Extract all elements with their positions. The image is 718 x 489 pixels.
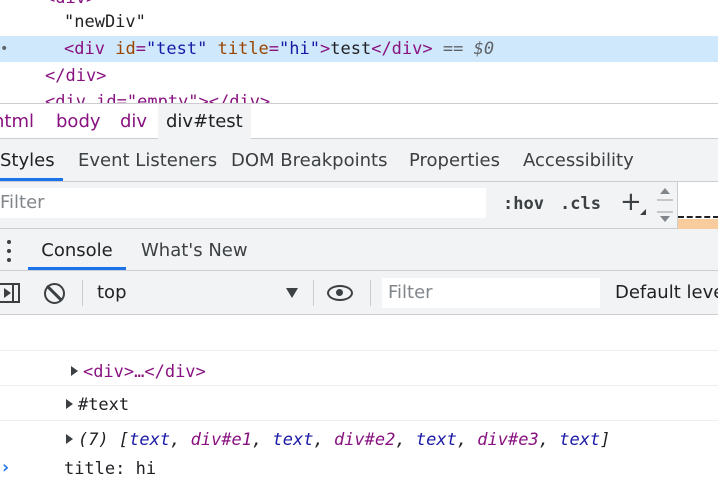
toolbar-divider <box>370 280 371 306</box>
message-text: title: hi <box>63 459 157 479</box>
chevron-down-icon[interactable] <box>286 288 298 298</box>
breadcrumb-div[interactable]: div <box>120 104 147 139</box>
new-style-rule-button[interactable]: + <box>620 188 642 218</box>
styles-scrollbar[interactable] <box>656 186 674 226</box>
attr-id-value: "test" <box>145 39 208 59</box>
console-filter-input[interactable]: Filter <box>382 278 600 308</box>
console-message-node[interactable]: #text <box>0 351 718 415</box>
tab-properties[interactable]: Properties <box>409 139 500 181</box>
console-message-log: title: hi <box>0 421 718 479</box>
clear-console-icon[interactable] <box>44 283 65 304</box>
attr-id-name: id <box>115 39 136 59</box>
breadcrumb-div-test[interactable]: div#test <box>158 104 251 139</box>
element-text-content: test <box>330 39 372 59</box>
attr-eq: = <box>135 39 146 59</box>
context-selector[interactable]: top <box>97 271 127 315</box>
tab-dom-breakpoints[interactable]: DOM Breakpoints <box>231 139 387 181</box>
box-model-margin <box>678 219 718 229</box>
selected-marker: == $0 <box>442 39 495 59</box>
console-messages: <div>…</div> #text (7) [text, div#e1, te… <box>0 315 718 489</box>
sidebar-arrow <box>4 288 11 298</box>
console-sidebar-icon[interactable] <box>0 283 20 303</box>
new-style-rule-menu-icon[interactable] <box>640 209 646 215</box>
scroll-up-icon[interactable] <box>660 188 670 194</box>
drawer-tabs: Console What's New <box>0 229 718 271</box>
tag-close: </div> <box>371 39 433 59</box>
hov-toggle-button[interactable]: :hov <box>503 190 544 218</box>
scroll-down-icon[interactable] <box>660 216 670 222</box>
toolbar-divider <box>82 280 83 306</box>
console-message-element[interactable]: <div>…</div> <box>0 315 718 382</box>
scroll-thumb[interactable] <box>657 199 673 213</box>
tab-event-listeners[interactable]: Event Listeners <box>78 139 217 181</box>
elements-tree: <div> "newDiv" • <div id="test" title="h… <box>0 0 718 103</box>
tab-console[interactable]: Console <box>28 229 126 270</box>
tree-close-div[interactable]: </div> <box>45 63 106 89</box>
tree-line-partial-bottom[interactable]: <div id="empty"></div> <box>45 89 270 103</box>
attr-eq: = <box>268 39 280 59</box>
tag-open: <div <box>64 39 105 59</box>
console-message-array[interactable]: (7) [text, div#e1, text, div#e2, text, d… <box>0 386 718 450</box>
console-toolbar: top Filter Default levels <box>0 271 718 315</box>
console-prompt-icon[interactable]: › <box>0 457 11 478</box>
tab-whats-new[interactable]: What's New <box>141 229 248 270</box>
cls-toggle-button[interactable]: .cls <box>560 190 601 218</box>
tag-gt: > <box>320 39 331 59</box>
live-expression-eye-icon[interactable] <box>327 285 353 301</box>
breadcrumb-html[interactable]: html <box>0 104 34 139</box>
tree-text-node[interactable]: "newDiv" <box>64 9 146 35</box>
tab-styles[interactable]: Styles <box>0 139 63 181</box>
drawer-menu-icon[interactable] <box>6 240 12 262</box>
tree-selected-element[interactable]: <div id="test" title="hi">test</div> == … <box>64 36 494 62</box>
selected-row-marker: • <box>0 41 9 57</box>
tab-accessibility[interactable]: Accessibility <box>523 139 634 181</box>
breadcrumb: html body div div#test <box>0 103 718 139</box>
attr-title-value: "hi" <box>279 39 320 59</box>
box-model-preview <box>677 182 718 229</box>
styles-sidebar-tabs: Styles Event Listeners DOM Breakpoints P… <box>0 139 718 182</box>
log-levels-dropdown[interactable]: Default levels <box>615 271 718 315</box>
attr-title-name: title <box>217 39 269 59</box>
breadcrumb-body[interactable]: body <box>56 104 101 139</box>
toolbar-divider <box>313 280 314 306</box>
box-model-dashed-border <box>678 216 718 218</box>
styles-filter-input[interactable]: Filter <box>0 188 486 218</box>
styles-filter-bar: Filter :hov .cls + <box>0 182 718 229</box>
sidebar-bar <box>12 285 14 301</box>
